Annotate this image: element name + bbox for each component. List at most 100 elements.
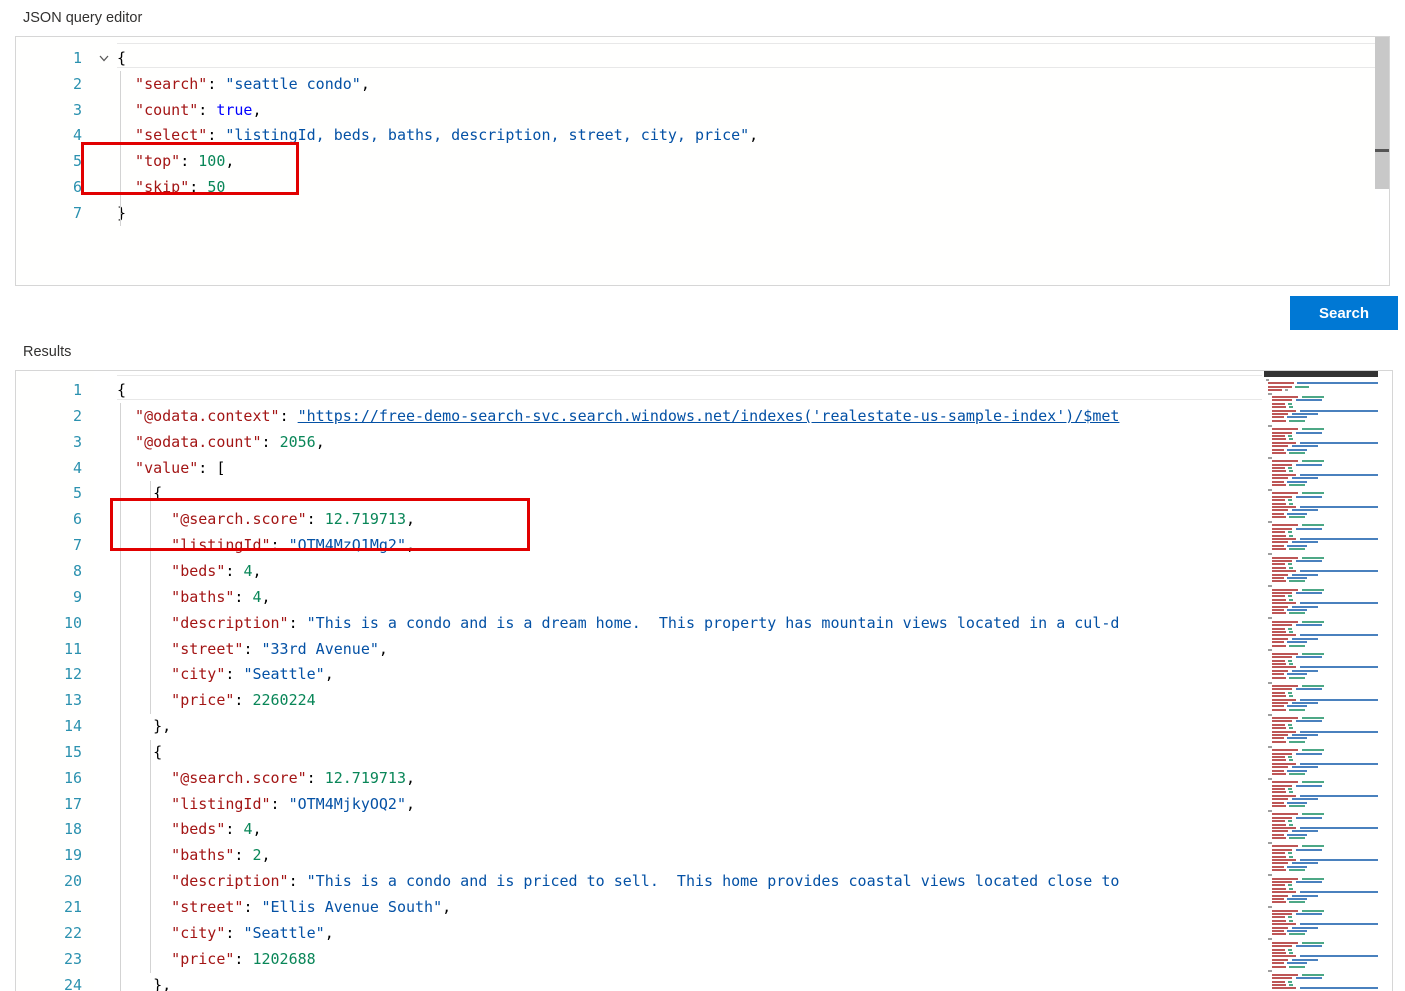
code-line[interactable]: "skip": 50 bbox=[117, 175, 225, 201]
minimap-row bbox=[1272, 827, 1296, 829]
query-scrollbar-thumb[interactable] bbox=[1375, 37, 1389, 189]
code-line[interactable]: "description": "This is a condo and is p… bbox=[117, 869, 1119, 895]
minimap-row bbox=[1289, 503, 1293, 505]
code-line[interactable]: "value": [ bbox=[117, 456, 225, 482]
results-minimap-slider[interactable] bbox=[1264, 371, 1393, 377]
token-punc: }, bbox=[117, 717, 171, 735]
code-line[interactable]: "@search.score": 12.719713, bbox=[117, 766, 415, 792]
token-punc: : bbox=[307, 510, 325, 528]
code-line[interactable]: "baths": 2, bbox=[117, 843, 271, 869]
query-code-area[interactable]: 1234567 { "search": "seattle condo", "co… bbox=[16, 37, 1389, 285]
code-line[interactable]: "count": true, bbox=[117, 98, 262, 124]
code-line[interactable]: "price": 2260224 bbox=[117, 688, 316, 714]
token-num: 2056 bbox=[280, 433, 316, 451]
code-line[interactable]: { bbox=[117, 481, 162, 507]
code-line[interactable]: "description": "This is a condo and is a… bbox=[117, 611, 1119, 637]
minimap-row bbox=[1272, 720, 1292, 722]
minimap-row bbox=[1272, 663, 1286, 665]
minimap-row bbox=[1268, 617, 1272, 619]
minimap-row bbox=[1300, 442, 1385, 444]
token-punc: , bbox=[252, 820, 261, 838]
minimap-row bbox=[1272, 595, 1285, 597]
code-line[interactable]: "top": 100, bbox=[117, 149, 234, 175]
minimap-row bbox=[1289, 612, 1305, 614]
minimap-row bbox=[1300, 891, 1385, 893]
minimap-row bbox=[1272, 524, 1298, 526]
minimap-row bbox=[1302, 492, 1324, 494]
minimap-row bbox=[1268, 489, 1272, 491]
code-line[interactable]: { bbox=[117, 46, 126, 72]
results-editor[interactable]: 123456789101112131415161718192021222324 … bbox=[15, 370, 1393, 991]
minimap-row bbox=[1302, 428, 1324, 430]
results-scrollbar-track[interactable] bbox=[1378, 371, 1392, 991]
code-line[interactable]: "search": "seattle condo", bbox=[117, 72, 370, 98]
minimap-row bbox=[1296, 464, 1322, 466]
token-punc: : bbox=[225, 665, 243, 683]
code-line[interactable]: "listingId": "OTM4MzQ1Mg2", bbox=[117, 533, 415, 559]
code-line[interactable]: "beds": 4, bbox=[117, 559, 262, 585]
minimap-row bbox=[1288, 628, 1292, 630]
code-line[interactable]: "street": "33rd Avenue", bbox=[117, 637, 388, 663]
code-line[interactable]: { bbox=[117, 740, 162, 766]
code-line[interactable]: "select": "listingId, beds, baths, descr… bbox=[117, 123, 758, 149]
minimap-row bbox=[1289, 663, 1293, 665]
minimap-row bbox=[1272, 741, 1286, 743]
code-line[interactable]: { bbox=[117, 378, 126, 404]
search-button[interactable]: Search bbox=[1290, 296, 1398, 330]
code-line[interactable]: "listingId": "OTM4MjkyOQ2", bbox=[117, 792, 415, 818]
token-punc: , bbox=[316, 433, 325, 451]
code-line[interactable]: "@odata.count": 2056, bbox=[117, 430, 325, 456]
token-num: 12.719713 bbox=[325, 510, 406, 528]
minimap-row bbox=[1272, 406, 1286, 408]
query-code-lines[interactable]: { "search": "seattle condo", "count": tr… bbox=[16, 37, 1389, 285]
current-line-highlight bbox=[117, 375, 1262, 400]
json-query-editor[interactable]: 1234567 { "search": "seattle condo", "co… bbox=[15, 36, 1390, 286]
code-line[interactable]: "street": "Ellis Avenue South", bbox=[117, 895, 451, 921]
code-line[interactable]: "beds": 4, bbox=[117, 817, 262, 843]
minimap-row bbox=[1288, 884, 1292, 886]
code-line[interactable]: } bbox=[117, 201, 126, 227]
minimap-row bbox=[1268, 386, 1292, 388]
minimap-row bbox=[1287, 513, 1307, 515]
minimap-row bbox=[1289, 567, 1293, 569]
token-punc: : bbox=[307, 769, 325, 787]
query-scrollbar-track[interactable] bbox=[1375, 37, 1389, 285]
minimap-row bbox=[1272, 791, 1286, 793]
minimap-row bbox=[1268, 778, 1272, 780]
minimap-row bbox=[1272, 859, 1296, 861]
minimap-row bbox=[1292, 798, 1318, 800]
code-line[interactable]: "price": 1202688 bbox=[117, 947, 316, 973]
minimap-row bbox=[1272, 577, 1284, 579]
code-line[interactable]: }, bbox=[117, 973, 171, 991]
results-code-area[interactable]: 123456789101112131415161718192021222324 … bbox=[16, 371, 1392, 991]
minimap-row bbox=[1272, 496, 1292, 498]
token-num: 4 bbox=[252, 588, 261, 606]
results-minimap[interactable] bbox=[1264, 371, 1393, 991]
minimap-row bbox=[1268, 393, 1272, 395]
token-punc: , bbox=[406, 510, 415, 528]
chevron-down-icon[interactable] bbox=[97, 51, 111, 65]
minimap-row bbox=[1292, 734, 1318, 736]
token-punc: , bbox=[406, 795, 415, 813]
minimap-row bbox=[1272, 759, 1286, 761]
minimap-row bbox=[1272, 535, 1286, 537]
code-line[interactable]: }, bbox=[117, 714, 171, 740]
minimap-row bbox=[1272, 477, 1288, 479]
minimap-row bbox=[1302, 845, 1324, 847]
token-key: "price" bbox=[117, 950, 234, 968]
minimap-row bbox=[1272, 805, 1286, 807]
minimap-row bbox=[1289, 470, 1293, 472]
code-line[interactable]: "@search.score": 12.719713, bbox=[117, 507, 415, 533]
minimap-row bbox=[1289, 452, 1305, 454]
code-line[interactable]: "baths": 4, bbox=[117, 585, 271, 611]
minimap-row bbox=[1296, 592, 1322, 594]
minimap-row bbox=[1272, 624, 1292, 626]
token-link[interactable]: "https://free-demo-search-svc.search.win… bbox=[298, 407, 1120, 425]
minimap-row bbox=[1272, 923, 1296, 925]
results-code-lines[interactable]: { "@odata.context": "https://free-demo-s… bbox=[16, 371, 1392, 991]
minimap-row bbox=[1289, 741, 1305, 743]
code-line[interactable]: "@odata.context": "https://free-demo-sea… bbox=[117, 404, 1119, 430]
minimap-row bbox=[1288, 467, 1292, 469]
token-str: "Seattle" bbox=[243, 665, 324, 683]
token-punc: , bbox=[325, 665, 334, 683]
